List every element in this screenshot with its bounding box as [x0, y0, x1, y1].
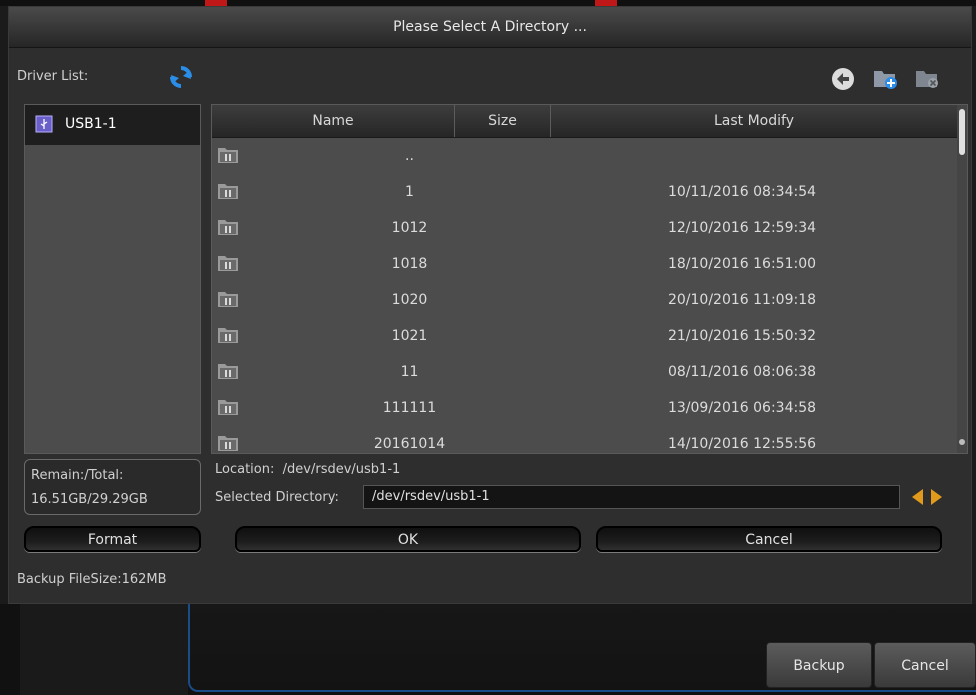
folder-icon	[218, 436, 238, 451]
refresh-icon[interactable]	[169, 65, 193, 89]
ok-button[interactable]: OK	[235, 526, 581, 552]
folder-icon	[218, 364, 238, 379]
file-name: 1020	[391, 292, 428, 308]
backup-filesize: Backup FileSize:162MB	[17, 572, 167, 587]
back-arrow-icon[interactable]	[831, 67, 857, 91]
file-modified: 12/10/2016 12:59:34	[667, 220, 817, 236]
file-name: 1021	[391, 328, 428, 344]
driver-item-usb1-1[interactable]: USB1-1	[25, 105, 200, 145]
location-value: /dev/rsdev/usb1-1	[282, 462, 401, 477]
location-label-text: Location:	[215, 462, 275, 477]
background-sidebar	[20, 604, 188, 695]
driver-list: USB1-1	[24, 104, 201, 454]
next-arrow-icon[interactable]	[931, 489, 942, 505]
location-label: Location: /dev/rsdev/usb1-1	[215, 462, 400, 477]
file-modified	[572, 138, 912, 174]
usb-icon	[35, 115, 53, 133]
scrollbar-end	[959, 439, 965, 445]
format-button[interactable]: Format	[24, 526, 201, 552]
file-modified: 14/10/2016 12:55:56	[667, 436, 817, 452]
selected-directory-input[interactable]: /dev/rsdev/usb1-1	[363, 485, 900, 509]
table-row[interactable]: 20161014 14/10/2016 12:55:56	[212, 426, 957, 453]
delete-folder-icon[interactable]	[915, 66, 941, 90]
column-name-header[interactable]: Name	[212, 105, 454, 137]
folder-icon	[218, 400, 238, 415]
scrollbar-thumb[interactable]	[959, 109, 965, 155]
folder-icon	[218, 292, 238, 307]
table-row[interactable]: 1 10/11/2016 08:34:54	[212, 174, 957, 210]
file-modified: 10/11/2016 08:34:54	[667, 184, 817, 200]
select-directory-dialog: Please Select A Directory ... Driver Lis…	[8, 6, 972, 604]
column-modified-header[interactable]: Last Modify	[551, 105, 957, 137]
table-row[interactable]: 1021 21/10/2016 15:50:32	[212, 318, 957, 354]
dialog-title: Please Select A Directory ...	[9, 7, 971, 48]
selected-directory-label: Selected Directory:	[215, 490, 339, 505]
folder-icon	[218, 184, 238, 199]
file-list-header: Name Size Last Modify	[212, 105, 957, 138]
file-name: 1018	[391, 256, 428, 272]
backup-button[interactable]: Backup	[766, 642, 872, 688]
file-name: 111111	[382, 400, 437, 416]
previous-arrow-icon[interactable]	[912, 489, 923, 505]
table-row[interactable]: ..	[212, 138, 957, 174]
table-row[interactable]: 11 08/11/2016 08:06:38	[212, 354, 957, 390]
folder-icon	[218, 220, 238, 235]
folder-icon	[218, 256, 238, 271]
remain-total-value: 16.51GB/29.29GB	[31, 492, 148, 507]
storage-info: Remain:/Total: 16.51GB/29.29GB	[24, 459, 201, 515]
folder-icon	[218, 328, 238, 343]
scrollbar[interactable]	[957, 105, 967, 453]
new-folder-icon[interactable]	[873, 66, 899, 90]
column-size-header[interactable]: Size	[455, 105, 550, 137]
file-modified: 18/10/2016 16:51:00	[667, 256, 817, 272]
folder-icon	[218, 148, 238, 163]
table-row[interactable]: 1018 18/10/2016 16:51:00	[212, 246, 957, 282]
cancel-button[interactable]: Cancel	[596, 526, 942, 552]
driver-item-label: USB1-1	[65, 116, 117, 132]
file-name: 11	[400, 364, 419, 380]
file-modified: 08/11/2016 08:06:38	[667, 364, 817, 380]
file-modified: 21/10/2016 15:50:32	[667, 328, 817, 344]
file-name: 20161014	[373, 436, 446, 452]
file-rows: .. 1 10/11/2016 08:34:54 1012 12/10/2016 12:…	[212, 138, 957, 453]
remain-total-label: Remain:/Total:	[31, 468, 124, 483]
file-list: Name Size Last Modify .. 1 10/11/2016 08:3…	[211, 104, 968, 454]
file-name: 1012	[391, 220, 428, 236]
bottom-cancel-button[interactable]: Cancel	[874, 642, 976, 688]
driver-list-label: Driver List:	[17, 69, 89, 84]
file-name: ..	[405, 148, 414, 164]
file-modified: 20/10/2016 11:09:18	[667, 292, 817, 308]
file-name: 1	[405, 184, 414, 200]
table-row[interactable]: 1012 12/10/2016 12:59:34	[212, 210, 957, 246]
file-modified: 13/09/2016 06:34:58	[667, 400, 817, 416]
table-row[interactable]: 111111 13/09/2016 06:34:58	[212, 390, 957, 426]
table-row[interactable]: 1020 20/10/2016 11:09:18	[212, 282, 957, 318]
